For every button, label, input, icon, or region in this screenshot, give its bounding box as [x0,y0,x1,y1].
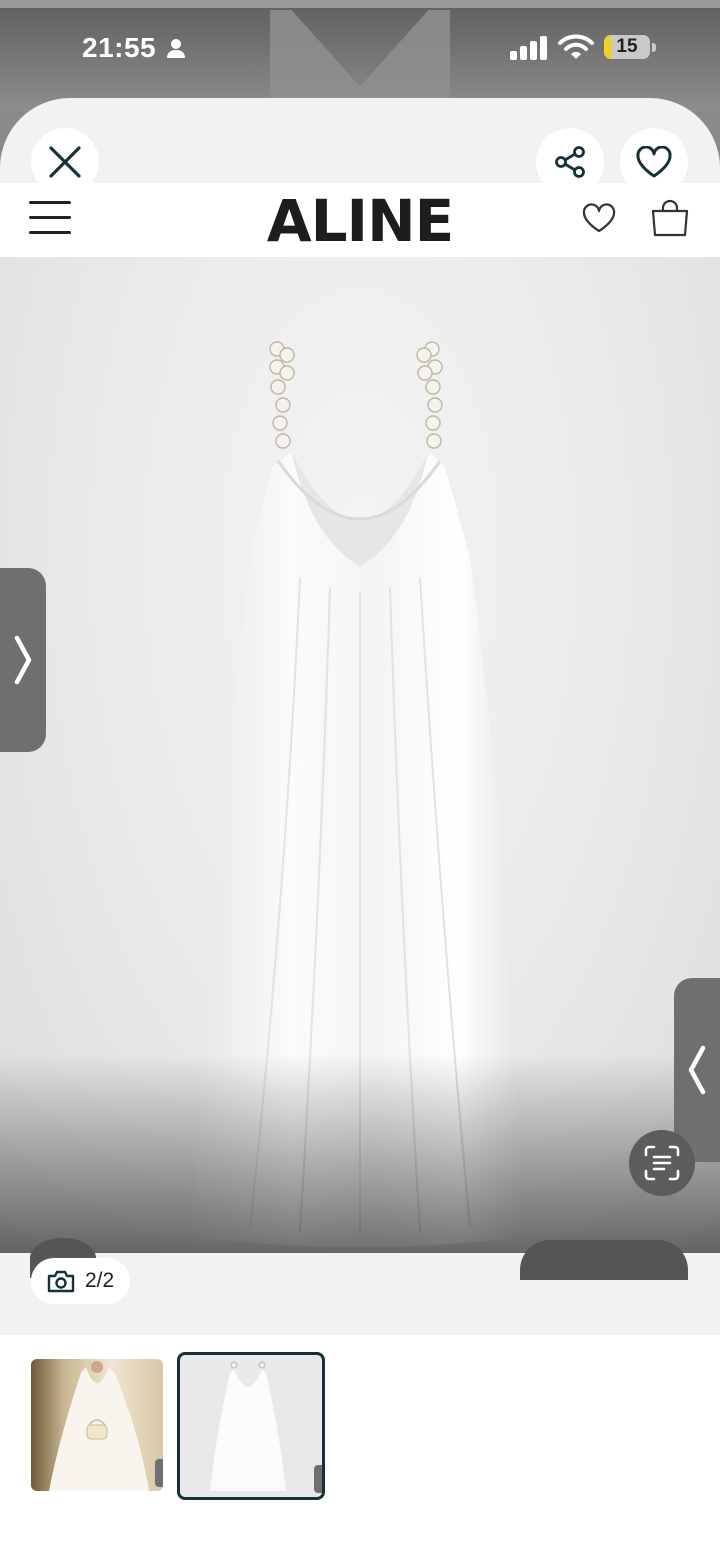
thumbnail-2-tab [314,1465,322,1493]
thumbnail-2-selected[interactable] [177,1352,325,1500]
product-image[interactable] [0,257,720,1253]
visual-search-button[interactable] [629,1130,695,1196]
status-time: 21:55 [82,32,157,63]
thumbnail-strip [0,1335,720,1559]
chevron-right-icon [14,635,32,685]
shopping-bag-icon[interactable] [650,199,690,242]
close-icon [49,146,81,178]
thumbnail-1-image [49,1361,149,1491]
photo-counter: 2/2 [31,1258,131,1304]
site-header: ALINE [0,183,720,257]
image-bottom-shade [0,1053,720,1253]
photo-counter-text: 2/2 [85,1269,115,1292]
battery-icon: 15 [604,35,650,59]
camera-icon [47,1270,75,1293]
thumbnail-1[interactable] [31,1359,163,1491]
battery-tip [652,43,656,52]
hidden-control-right [520,1240,688,1280]
cellular-signal-icon [510,36,548,65]
product-sheet: ALINE 2/2 [0,98,720,1559]
person-icon [166,38,186,63]
battery-level: 15 [616,36,638,57]
thumbnail-2-image [210,1361,286,1491]
chevron-left-icon [688,1045,706,1095]
status-bar: 21:55 15 [0,0,720,96]
share-icon [555,146,585,178]
gallery-prev-tab[interactable] [0,568,46,752]
wishlist-icon[interactable] [582,203,616,238]
thumbnail-1-tab [155,1459,163,1487]
gallery-next-tab[interactable] [674,978,720,1162]
heart-outline-icon [636,146,672,178]
visual-search-icon [644,1145,680,1181]
wifi-icon [558,34,594,65]
